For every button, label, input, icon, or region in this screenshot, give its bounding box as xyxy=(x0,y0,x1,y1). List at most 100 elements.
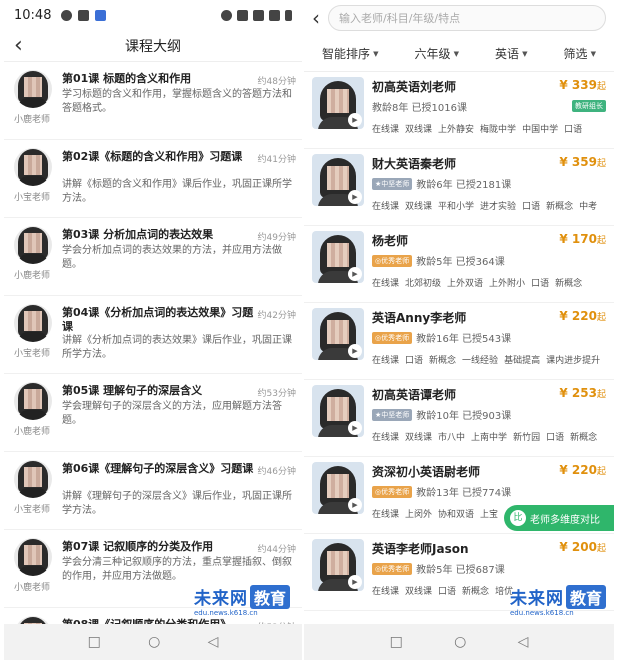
play-audio-icon[interactable]: ▶ xyxy=(348,498,362,512)
price-amount: ¥ 359 xyxy=(559,155,597,169)
teacher-meta: 教龄8年 已授1016课 xyxy=(372,99,467,114)
watermark-url: edu.news.k618.cn xyxy=(510,609,574,617)
home-button[interactable]: ○ xyxy=(148,634,160,650)
home-button[interactable]: ○ xyxy=(454,634,466,650)
back-arrow-icon[interactable]: ‹ xyxy=(312,6,320,30)
price-unit: 起 xyxy=(596,467,606,477)
lesson-teacher-name: 小鹿老师 xyxy=(13,427,50,437)
lesson-duration: 约48分钟 xyxy=(257,77,296,87)
photo-face-blurred xyxy=(327,397,349,421)
price-unit: 起 xyxy=(596,544,606,554)
compare-teachers-button[interactable]: 比 老师多维度对比 xyxy=(504,505,614,531)
teacher-tags: 在线课 双线课 上外静安 梅陇中学 中国中学 口语 xyxy=(372,122,606,135)
search-input[interactable]: 输入老师/科目/年级/特点 xyxy=(328,5,606,31)
lesson-duration: 约53分钟 xyxy=(257,389,296,399)
back-button[interactable]: ◁ xyxy=(518,634,529,650)
filter-more[interactable]: 筛选 ▼ xyxy=(564,45,596,62)
teacher-card[interactable]: ▶ 初高英语刘老师 ¥ 339起 教龄8年 已授1016课 教研组长 在线课 双线课 上外静安… xyxy=(304,72,614,149)
teacher-price: ¥ 359起 xyxy=(559,155,606,169)
chevron-down-icon: ▼ xyxy=(453,49,459,58)
avatar-body xyxy=(18,410,48,420)
teacher-meta: ◎优秀老师 教龄5年 已授687课 xyxy=(372,561,505,576)
teacher-level-badge: ◎优秀老师 xyxy=(372,562,413,575)
teacher-meta: ◎优秀老师 教龄5年 已授364课 xyxy=(372,253,505,268)
teacher-meta: ★中坚老师 教龄6年 已授2181课 xyxy=(372,176,511,191)
filter-subject[interactable]: 英语 ▼ xyxy=(495,45,527,62)
avatar-body xyxy=(18,332,48,342)
play-audio-icon[interactable]: ▶ xyxy=(348,113,362,127)
lesson-duration: 约49分钟 xyxy=(257,233,296,243)
lesson-duration: 约42分钟 xyxy=(257,311,296,321)
compare-label: 老师多维度对比 xyxy=(530,514,600,526)
teacher-photo: ▶ xyxy=(312,77,364,129)
lesson-description: 讲解《理解句子的深层含义》课后作业，巩固正课所学方法。 xyxy=(62,491,292,516)
recent-apps-button[interactable]: □ xyxy=(88,634,101,650)
android-nav-bar: □ ○ ◁ xyxy=(4,624,302,660)
lesson-item[interactable]: 小宝老师 第04课《分析加点词的表达效果》习题课 约42分钟 讲解《分析加点词的表达效… xyxy=(4,296,302,374)
photo-face-blurred xyxy=(327,320,349,344)
recent-apps-button[interactable]: □ xyxy=(390,634,403,650)
teacher-card[interactable]: ▶ 杨老师 ¥ 170起 ◎优秀老师 教龄5年 已授364课 在线课 北郊初级 上外双语 上外附… xyxy=(304,226,614,303)
teacher-card[interactable]: ▶ 初高英语谭老师 ¥ 253起 ★中坚老师 教龄10年 已授903课 在线课 双线课 市八中… xyxy=(304,380,614,457)
price-unit: 起 xyxy=(596,159,606,169)
teacher-level-badge: ★中坚老师 xyxy=(372,408,413,421)
teacher-tag: 上南中学 xyxy=(471,433,508,443)
teacher-tag: 在线课 xyxy=(372,279,400,289)
lesson-item[interactable]: 小宝老师 第02课《标题的含义和作用》习题课 约41分钟 讲解《标题的含义和作用》课后… xyxy=(4,140,302,218)
filter-grade[interactable]: 六年级 ▼ xyxy=(415,45,459,62)
teacher-level-badge: ◎优秀老师 xyxy=(372,331,413,344)
volte-icon xyxy=(237,9,248,21)
filter-sort[interactable]: 智能排序 ▼ xyxy=(322,45,378,62)
watermark-brand: 未来网 xyxy=(510,589,564,609)
play-audio-icon[interactable]: ▶ xyxy=(348,575,362,589)
teacher-experience: 教龄16年 已授543课 xyxy=(416,334,512,345)
teacher-tag: 基础提高 xyxy=(504,356,541,366)
teacher-card[interactable]: ▶ 财大英语秦老师 ¥ 359起 ★中坚老师 教龄6年 已授2181课 在线课 双线课 平和小… xyxy=(304,149,614,226)
lesson-title: 第02课《标题的含义和作用》习题课 xyxy=(62,150,243,163)
teacher-tag: 在线课 xyxy=(372,202,400,212)
price-unit: 起 xyxy=(596,236,606,246)
lesson-item[interactable]: 小鹿老师 第03课 分析加点词的表达效果 约49分钟 学会分析加点词的表达效果的方法，… xyxy=(4,218,302,296)
teacher-experience: 教龄6年 已授2181课 xyxy=(416,180,512,191)
teacher-tag: 双线课 xyxy=(405,433,433,443)
watermark: 未来网 教育 edu.news.k618.cn xyxy=(510,584,607,617)
back-arrow-icon[interactable]: ‹ xyxy=(14,33,23,59)
avatar-face-blurred xyxy=(24,467,42,487)
lesson-description: 学会理解句子的深层含义的方法，应用解题方法答题。 xyxy=(62,401,282,426)
teacher-tag: 上闵外 xyxy=(405,510,433,520)
photo-face-blurred xyxy=(327,243,349,267)
teacher-tag: 双线课 xyxy=(405,587,433,597)
lesson-title: 第06课《理解句子的深层含义》习题课 xyxy=(62,462,254,475)
alarm-icon xyxy=(221,9,232,21)
lesson-description: 学会分清三种记叙顺序的方法，重点掌握插叙、倒叙的作用，并应用方法做题。 xyxy=(62,557,292,582)
teacher-meta: ◎优秀老师 教龄13年 已授774课 xyxy=(372,484,511,499)
teacher-experience: 教龄5年 已授687课 xyxy=(416,565,505,576)
play-audio-icon[interactable]: ▶ xyxy=(348,267,362,281)
avatar-face-blurred xyxy=(24,155,42,175)
status-bar: 10:48 xyxy=(4,0,302,30)
lesson-title: 第03课 分析加点词的表达效果 xyxy=(62,228,214,241)
teacher-tag: 上外附小 xyxy=(489,279,526,289)
avatar-body xyxy=(18,176,48,186)
teacher-tag: 平和小学 xyxy=(438,202,475,212)
teacher-tag: 新竹园 xyxy=(513,433,541,443)
play-audio-icon[interactable]: ▶ xyxy=(348,421,362,435)
teacher-list-screen: ‹ 输入老师/科目/年级/特点 智能排序 ▼ 六年级 ▼ 英语 ▼ 筛选 ▼ ▶ 初高英语… xyxy=(304,0,614,660)
lesson-item[interactable]: 小鹿老师 第01课 标题的含义和作用 约48分钟 学习标题的含义和作用，掌握标题含义的… xyxy=(4,62,302,140)
teacher-tag: 在线课 xyxy=(372,587,400,597)
teacher-price: ¥ 220起 xyxy=(559,309,606,323)
screenshot-composite: 10:48 ‹ 课程大纲 小鹿老师 第01课 标题的含义和作用 约48分钟 学习标题的… xyxy=(0,0,640,660)
avatar-face-blurred xyxy=(24,545,42,565)
teacher-tag: 梅陇中学 xyxy=(480,125,517,135)
avatar-body xyxy=(18,98,48,108)
teacher-tag: 课内进步提升 xyxy=(546,356,601,366)
lesson-description: 学会分析加点词的表达效果的方法，并应用方法做题。 xyxy=(62,245,282,270)
teacher-avatar xyxy=(14,70,52,108)
play-audio-icon[interactable]: ▶ xyxy=(348,190,362,204)
play-audio-icon[interactable]: ▶ xyxy=(348,344,362,358)
teacher-tag: 新概念 xyxy=(570,433,598,443)
lesson-item[interactable]: 小鹿老师 第05课 理解句子的深层含义 约53分钟 学会理解句子的深层含义的方法，应用… xyxy=(4,374,302,452)
back-button[interactable]: ◁ xyxy=(208,634,219,650)
lesson-item[interactable]: 小宝老师 第06课《理解句子的深层含义》习题课 约46分钟 讲解《理解句子的深层含义》… xyxy=(4,452,302,530)
teacher-card[interactable]: ▶ 英语Anny李老师 ¥ 220起 ◎优秀老师 教龄16年 已授543课 在线课 口语 新概… xyxy=(304,303,614,380)
